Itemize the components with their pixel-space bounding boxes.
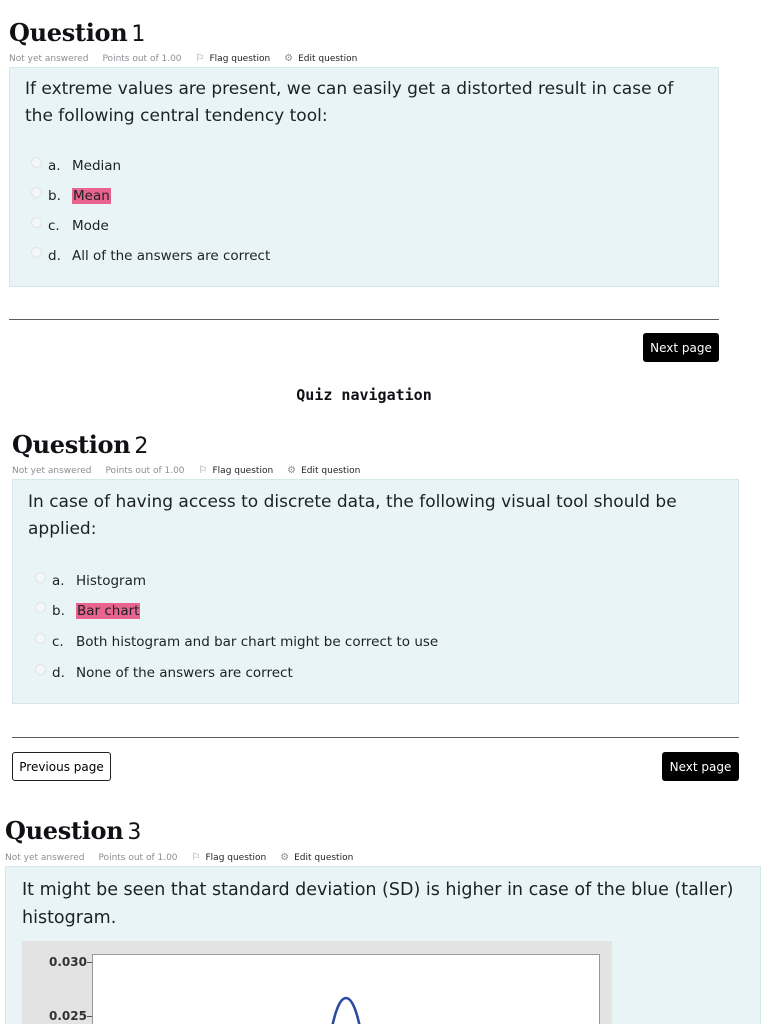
y-tick-label: 0.025 bbox=[49, 1009, 87, 1023]
question-number: 2 bbox=[134, 434, 149, 459]
density-curve bbox=[331, 996, 361, 1024]
points-text: Points out of 1.00 bbox=[98, 852, 178, 863]
radio-button[interactable] bbox=[31, 156, 42, 168]
answer-label: Median bbox=[72, 158, 122, 174]
edit-question-link[interactable]: ⚙ Edit question bbox=[280, 852, 353, 863]
edit-question-link[interactable]: ⚙ Edit question bbox=[287, 465, 360, 476]
radio-button[interactable] bbox=[31, 216, 42, 228]
status-text: Not yet answered bbox=[5, 852, 85, 863]
gear-icon: ⚙ bbox=[287, 465, 297, 476]
answer-option[interactable]: a. Histogram bbox=[35, 571, 146, 591]
status-text: Not yet answered bbox=[12, 465, 92, 476]
flag-question-link[interactable]: ⚐ Flag question bbox=[192, 852, 267, 863]
answer-option[interactable]: d. All of the answers are correct bbox=[31, 246, 270, 266]
answer-option[interactable]: b. Bar chart bbox=[35, 601, 141, 621]
quiz-navigation-heading: Quiz navigation bbox=[296, 386, 432, 404]
question-3-info: Not yet answered Points out of 1.00 ⚐ Fla… bbox=[5, 852, 353, 863]
question-word: Question bbox=[12, 430, 131, 459]
gear-icon: ⚙ bbox=[280, 852, 290, 863]
answer-label: Both histogram and bar chart might be co… bbox=[76, 634, 439, 650]
plot-area bbox=[92, 954, 600, 1024]
question-1-title: Question 1 bbox=[9, 18, 145, 47]
question-number: 1 bbox=[131, 22, 146, 47]
answer-option[interactable]: c. Mode bbox=[31, 216, 109, 236]
question-2-info: Not yet answered Points out of 1.00 ⚐ Fla… bbox=[12, 465, 360, 476]
radio-button[interactable] bbox=[35, 663, 46, 675]
answer-option[interactable]: d. None of the answers are correct bbox=[35, 663, 293, 683]
divider bbox=[12, 737, 739, 738]
question-word: Question bbox=[5, 816, 124, 845]
question-1-text: If extreme values are present, we can ea… bbox=[25, 79, 674, 126]
y-tick-label: 0.030 bbox=[49, 955, 87, 969]
flag-question-link[interactable]: ⚐ Flag question bbox=[199, 465, 274, 476]
status-text: Not yet answered bbox=[9, 53, 89, 64]
answer-label: None of the answers are correct bbox=[76, 665, 293, 681]
divider bbox=[9, 319, 719, 320]
answer-option[interactable]: b. Mean bbox=[31, 186, 111, 206]
question-1-info: Not yet answered Points out of 1.00 ⚐ Fla… bbox=[9, 53, 357, 64]
gear-icon: ⚙ bbox=[284, 53, 294, 64]
answer-label: All of the answers are correct bbox=[72, 248, 271, 264]
answer-option[interactable]: c. Both histogram and bar chart might be… bbox=[35, 632, 438, 652]
question-3-title: Question 3 bbox=[5, 816, 141, 845]
previous-page-button[interactable]: Previous page bbox=[12, 752, 111, 781]
answer-label: Mode bbox=[72, 218, 109, 234]
next-page-button[interactable]: Next page bbox=[662, 752, 739, 781]
question-2-text: In case of having access to discrete dat… bbox=[28, 492, 677, 539]
flag-icon: ⚐ bbox=[198, 465, 208, 476]
flag-icon: ⚐ bbox=[195, 53, 205, 64]
radio-button[interactable] bbox=[31, 186, 42, 198]
radio-button[interactable] bbox=[31, 246, 42, 258]
answer-label-highlighted: Mean bbox=[72, 188, 111, 204]
histogram-figure: 0.030 0.025 bbox=[22, 941, 612, 1024]
flag-question-link[interactable]: ⚐ Flag question bbox=[196, 53, 271, 64]
edit-question-link[interactable]: ⚙ Edit question bbox=[284, 53, 357, 64]
radio-button[interactable] bbox=[35, 601, 46, 613]
answer-label: Histogram bbox=[76, 573, 147, 589]
next-page-button[interactable]: Next page bbox=[643, 333, 719, 362]
question-2-title: Question 2 bbox=[12, 430, 148, 459]
radio-button[interactable] bbox=[35, 571, 46, 583]
answer-option[interactable]: a. Median bbox=[31, 156, 121, 176]
question-number: 3 bbox=[127, 820, 142, 845]
answer-label-highlighted: Bar chart bbox=[76, 603, 141, 619]
question-3-text: It might be seen that standard deviation… bbox=[22, 880, 734, 928]
radio-button[interactable] bbox=[35, 632, 46, 644]
points-text: Points out of 1.00 bbox=[102, 53, 182, 64]
question-word: Question bbox=[9, 18, 128, 47]
points-text: Points out of 1.00 bbox=[105, 465, 185, 476]
flag-icon: ⚐ bbox=[191, 852, 201, 863]
